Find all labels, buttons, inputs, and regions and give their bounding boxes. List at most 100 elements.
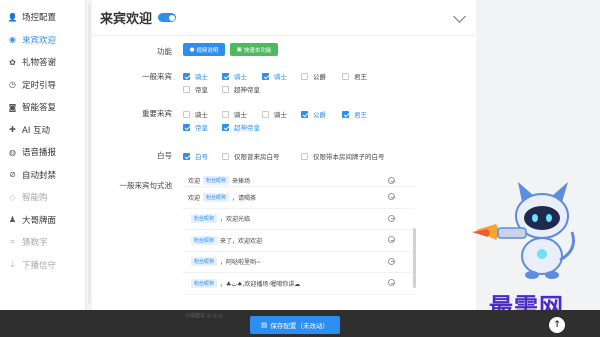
- option-label: 骑士: [234, 73, 247, 81]
- checkbox[interactable]: [262, 72, 269, 80]
- page-title: 来宾欢迎: [100, 12, 153, 27]
- white-account-option[interactable]: 仅限曾来房白号: [222, 151, 280, 161]
- checkbox[interactable]: [183, 123, 190, 131]
- normal-guest-label: 一般来宾: [142, 72, 172, 81]
- checkbox[interactable]: [301, 72, 308, 80]
- save-config-button[interactable]: ▤ 保存配置（未改动）: [250, 316, 340, 334]
- nickname-tag: 粉丝昵称: [191, 214, 218, 224]
- msg-suffix: ，欢迎光临: [220, 216, 251, 224]
- download-icon: ⤓: [10, 259, 15, 269]
- enable-toggle[interactable]: [158, 13, 177, 22]
- sidebar-item-field-control[interactable]: 👤 场控配置: [0, 6, 85, 29]
- remove-icon[interactable]: [388, 193, 395, 200]
- important-guest-option[interactable]: 君王: [342, 109, 367, 119]
- sidebar-item-smart-reply[interactable]: ◙ 智能答复: [0, 96, 85, 119]
- checkbox[interactable]: [183, 110, 190, 118]
- list-item[interactable]: 粉丝昵称 ，阿哒啦里哟~: [183, 252, 415, 273]
- option-label: 骑士: [234, 111, 247, 119]
- sidebar-item-label: 猜数字: [22, 238, 48, 249]
- normal-guest-option[interactable]: 超神帝皇: [222, 84, 260, 94]
- msg-suffix: ，阿哒啦里哟~: [220, 259, 262, 267]
- sidebar-item-timed-guide[interactable]: ◷ 定时引导: [0, 74, 85, 97]
- sidebar-item-label: 智能答复: [22, 103, 57, 114]
- sidebar-item-auto-ban[interactable]: ⊘ 自动封禁: [0, 164, 85, 187]
- app-root: 👤 场控配置 ◉ 来宾欢迎 ✿ 礼物答谢 ◷ 定时引导 ◙ 智能答复 ✚ AI 互动 ◍ 语音…: [0, 0, 600, 337]
- checkbox[interactable]: [222, 110, 229, 118]
- important-guest-option[interactable]: 公爵: [301, 109, 326, 119]
- checkbox[interactable]: [342, 72, 349, 80]
- checkbox[interactable]: [222, 72, 229, 80]
- message-list-scrollbar[interactable]: [413, 228, 416, 288]
- option-label: 超神帝皇: [234, 86, 260, 94]
- message-list: 欢迎 粉丝昵称 来捧场 欢迎 粉丝昵称 ，请喝茶 粉丝昵称 ，欢迎光临 粉丝昵称 来了，欢迎…: [183, 175, 415, 305]
- important-guest-option[interactable]: 超神帝皇: [222, 122, 260, 132]
- important-guest-option[interactable]: 帝皇: [183, 122, 208, 132]
- remove-icon[interactable]: [388, 279, 395, 286]
- video-guide-label: 视频说明: [196, 47, 219, 54]
- chevron-down-icon[interactable]: [453, 10, 466, 23]
- remove-icon[interactable]: [388, 236, 395, 243]
- footer-hint: 小提建议 ◎ ◎ ◎: [185, 313, 223, 319]
- checkbox[interactable]: [183, 85, 190, 93]
- checkbox[interactable]: [183, 152, 190, 160]
- checkbox[interactable]: [301, 110, 308, 118]
- msg-suffix: 来了，欢迎欢迎: [220, 237, 263, 245]
- hash-icon: ⌗: [10, 237, 15, 247]
- sidebar-item-voice-broadcast[interactable]: ◍ 语音播报: [0, 141, 85, 164]
- checkbox[interactable]: [222, 85, 229, 93]
- clock-icon: ◷: [9, 80, 16, 90]
- scroll-top-button[interactable]: ↑: [549, 317, 565, 333]
- list-item[interactable]: 欢迎 粉丝昵称 ，请喝茶: [183, 187, 415, 209]
- nickname-tag: 粉丝昵称: [203, 176, 230, 185]
- sidebar-scrollbar[interactable]: [88, 4, 91, 304]
- list-item[interactable]: 欢迎 粉丝昵称 来捧场: [183, 175, 415, 187]
- important-guest-option[interactable]: 骑士: [222, 109, 247, 119]
- screen-icon: ♟: [8, 215, 17, 225]
- option-label: 白号: [195, 153, 208, 161]
- template-button[interactable]: ▣ 快速本功能: [230, 43, 278, 56]
- checkbox[interactable]: [183, 72, 190, 80]
- checkbox[interactable]: [262, 110, 269, 118]
- important-guest-option[interactable]: 骑士: [262, 109, 287, 119]
- checkbox[interactable]: [222, 152, 229, 160]
- normal-guest-option[interactable]: 骑士: [183, 71, 208, 81]
- sidebar-item-smart-buy[interactable]: ◇ 智能购: [0, 186, 85, 209]
- remove-icon[interactable]: [388, 257, 395, 265]
- sidebar-item-label: 自动封禁: [22, 170, 57, 181]
- right-foot-shape: [545, 271, 559, 279]
- diamond-icon: ◇: [9, 192, 16, 202]
- white-account-option[interactable]: 仅限带本房间牌子的白号: [301, 151, 385, 161]
- white-account-option[interactable]: 白号: [183, 151, 208, 161]
- checkbox[interactable]: [342, 110, 349, 118]
- nickname-tag: 粉丝昵称: [191, 257, 218, 267]
- normal-guest-option[interactable]: 君王: [342, 71, 367, 81]
- checkbox[interactable]: [222, 123, 229, 131]
- list-item[interactable]: 粉丝昵称 ，欢迎光临: [183, 209, 415, 230]
- normal-guest-option[interactable]: 公爵: [301, 71, 326, 81]
- list-item[interactable]: 粉丝昵称 ，♣ﺕ♠,欢迎播场·喔唷你讲☁: [183, 273, 415, 295]
- checkbox[interactable]: [301, 152, 308, 160]
- normal-guest-option[interactable]: 帝皇: [183, 84, 208, 94]
- list-item[interactable]: 粉丝昵称 来了，欢迎欢迎: [183, 230, 415, 252]
- sidebar-item-offline[interactable]: ⤓ 下播信守: [0, 254, 85, 277]
- welcome-icon: ◉: [9, 35, 16, 45]
- sidebar-item-guest-welcome[interactable]: ◉ 来宾欢迎: [0, 29, 85, 52]
- video-guide-button[interactable]: ● 视频说明: [183, 43, 225, 56]
- important-guest-option[interactable]: 骑士: [183, 109, 208, 119]
- cart-icon: ▣: [236, 46, 242, 53]
- chest-light-shape: [537, 249, 547, 259]
- sidebar-item-gift-thanks[interactable]: ✿ 礼物答谢: [0, 51, 85, 74]
- left-eye-shape: [532, 214, 538, 222]
- option-label: 仅限带本房间牌子的白号: [313, 153, 385, 161]
- option-label: 骑士: [195, 111, 208, 119]
- sidebar-item-ai-interaction[interactable]: ✚ AI 互动: [0, 119, 85, 142]
- panel-header: 来宾欢迎: [92, 0, 476, 36]
- ai-icon: ✚: [9, 125, 16, 135]
- remove-icon[interactable]: [388, 177, 395, 184]
- sidebar-item-guess-number[interactable]: ⌗ 猜数字: [0, 231, 85, 254]
- sidebar-item-big-brother[interactable]: ♟ 大哥牌面: [0, 209, 85, 232]
- normal-guest-option[interactable]: 骑士: [222, 71, 247, 81]
- option-label: 帝皇: [195, 86, 208, 94]
- remove-icon[interactable]: [388, 214, 395, 222]
- normal-guest-option[interactable]: 骑士: [262, 71, 287, 81]
